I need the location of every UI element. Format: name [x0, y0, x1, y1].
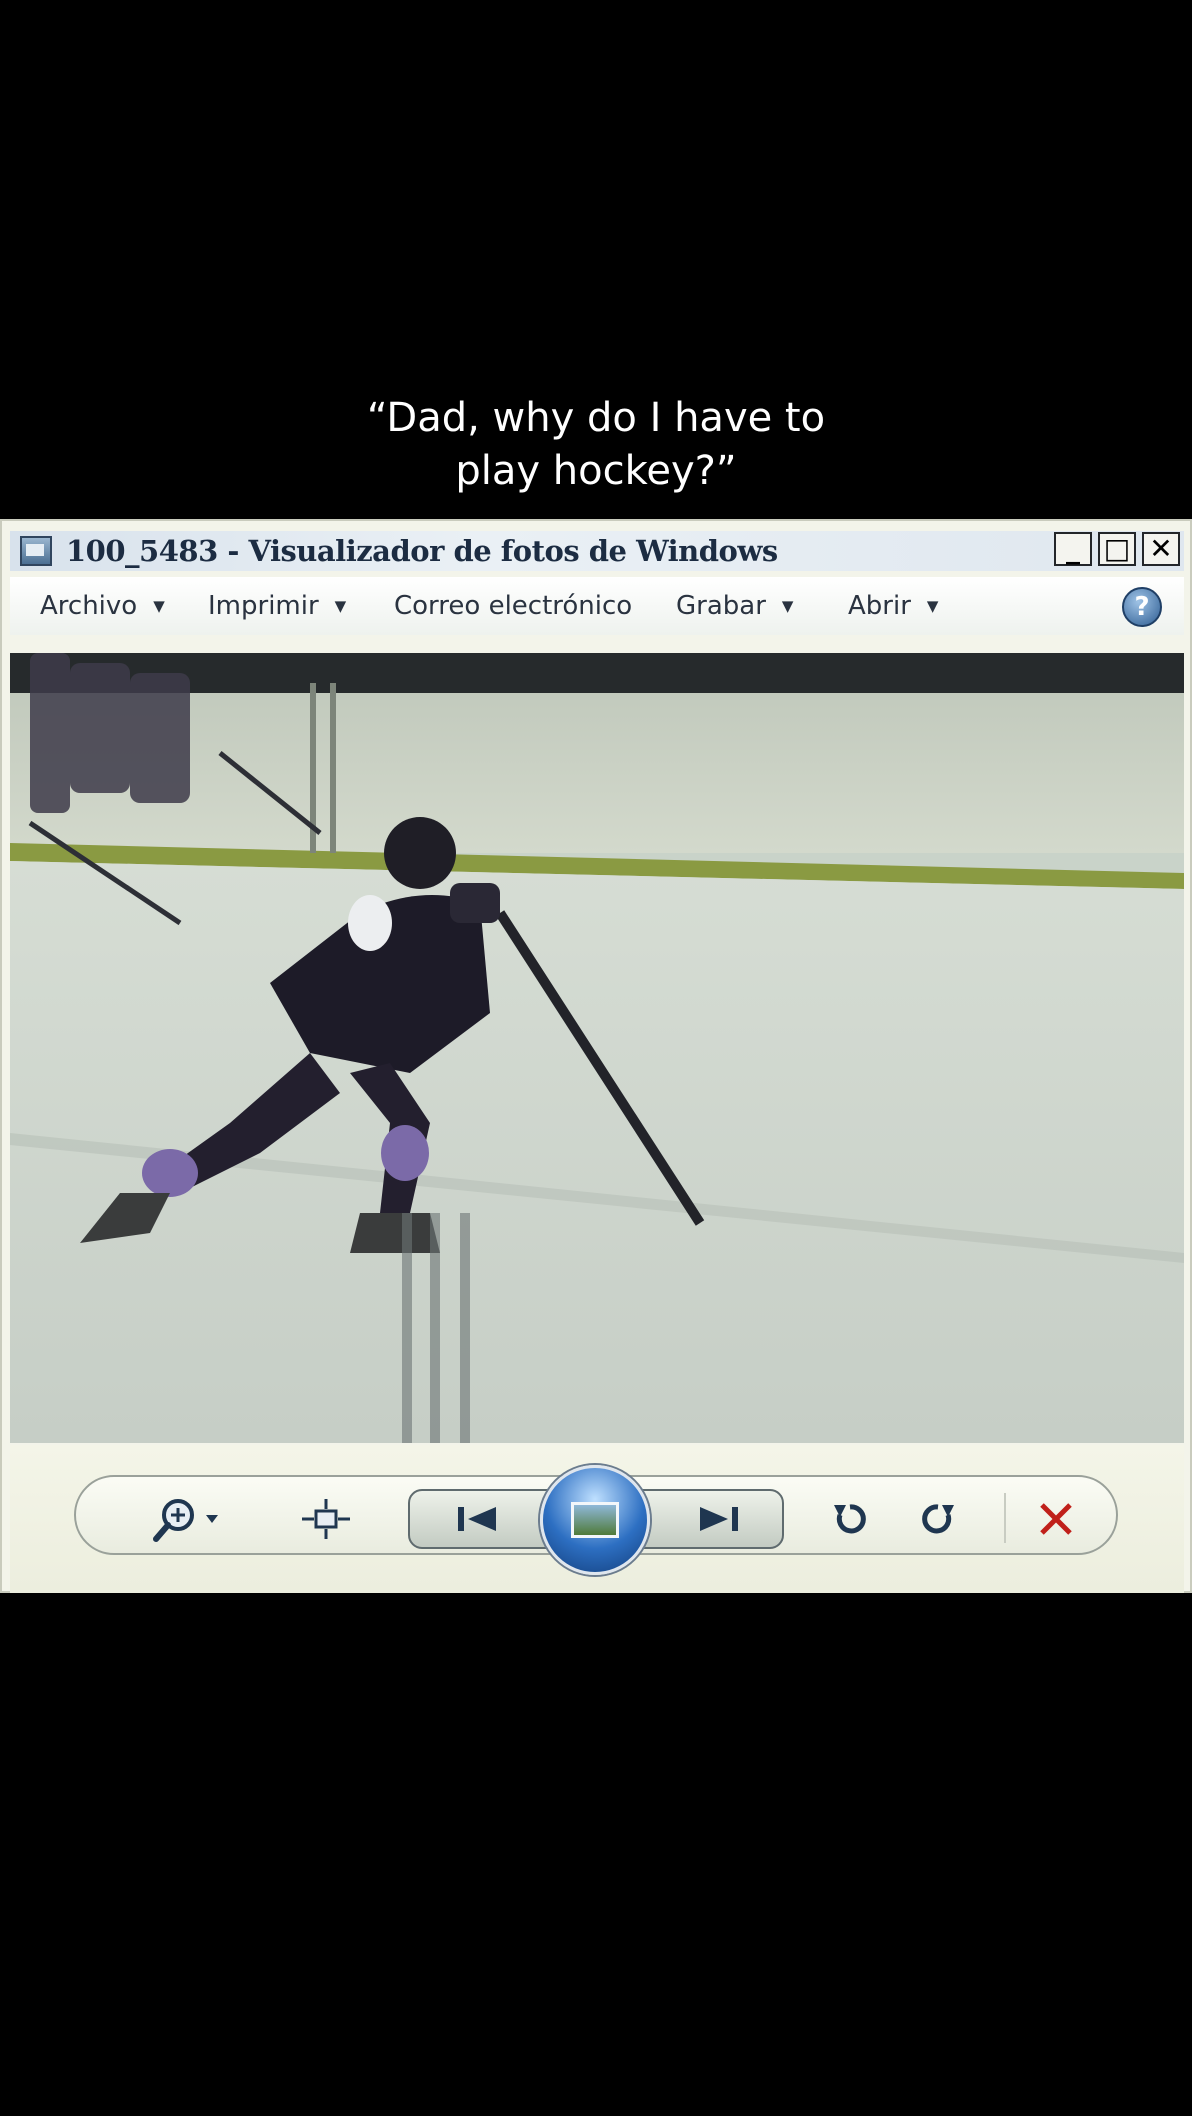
caption-line-1: “Dad, why do I have to: [366, 395, 826, 441]
window-controls: _ □ ✕: [1054, 532, 1180, 566]
photo-viewer-window: 100_5483 - Visualizador de fotos de Wind…: [0, 519, 1192, 1593]
minimize-button[interactable]: _: [1054, 532, 1092, 566]
menu-grabar-label: Grabar: [676, 591, 766, 621]
menu-archivo-label: Archivo: [40, 591, 138, 621]
slideshow-button[interactable]: [540, 1465, 650, 1575]
menu-abrir-label: Abrir: [848, 591, 911, 621]
menu-imprimir-label: Imprimir: [208, 591, 319, 621]
toolbar-separator: [1004, 1493, 1006, 1543]
chevron-down-icon: ▼: [334, 597, 347, 615]
help-icon[interactable]: ?: [1122, 587, 1162, 627]
fit-window-icon: [302, 1499, 350, 1539]
rotate-right-button[interactable]: [914, 1497, 962, 1541]
menu-imprimir[interactable]: Imprimir ▼: [208, 591, 346, 621]
fit-window-button[interactable]: [300, 1497, 352, 1541]
menu-archivo[interactable]: Archivo ▼: [40, 591, 165, 621]
photo-display: [10, 653, 1184, 1443]
window-title: 100_5483 - Visualizador de fotos de Wind…: [66, 534, 778, 568]
bottom-toolbar: [10, 1445, 1184, 1593]
menu-correo-label: Correo electrónico: [394, 591, 633, 621]
maximize-button[interactable]: □: [1098, 532, 1136, 566]
rotate-left-icon: [834, 1504, 866, 1534]
chevron-down-icon: ▼: [926, 597, 939, 615]
zoom-icon: [153, 1499, 218, 1542]
menu-abrir[interactable]: Abrir ▼: [848, 591, 938, 621]
chevron-down-icon: ▼: [153, 597, 165, 615]
maximize-icon: □: [1103, 532, 1131, 565]
close-button[interactable]: ✕: [1142, 532, 1180, 566]
next-button[interactable]: [682, 1497, 752, 1541]
menu-correo[interactable]: Correo electrónico: [394, 591, 632, 621]
chevron-down-icon: ▼: [781, 597, 794, 615]
slideshow-icon: [571, 1502, 619, 1538]
caption-line-2: play hockey?”: [455, 448, 737, 494]
zoom-button[interactable]: [150, 1495, 230, 1543]
close-icon: ✕: [1149, 532, 1173, 565]
rotate-right-icon: [922, 1504, 954, 1534]
previous-icon: [458, 1507, 496, 1531]
hockey-photo: [10, 653, 1184, 1443]
rotate-left-button[interactable]: [826, 1497, 874, 1541]
photo-viewer-app-icon: [20, 536, 52, 566]
menu-bar: Archivo ▼ Imprimir ▼ Correo electrónico …: [10, 577, 1184, 635]
delete-icon: [1040, 1503, 1072, 1535]
menu-grabar[interactable]: Grabar ▼: [676, 591, 793, 621]
video-caption: “Dad, why do I have to play hockey?”: [0, 392, 1192, 498]
next-icon: [700, 1507, 738, 1531]
title-bar[interactable]: 100_5483 - Visualizador de fotos de Wind…: [10, 531, 1184, 571]
delete-button[interactable]: [1030, 1497, 1082, 1541]
minimize-icon: _: [1066, 532, 1080, 565]
previous-button[interactable]: [444, 1497, 514, 1541]
